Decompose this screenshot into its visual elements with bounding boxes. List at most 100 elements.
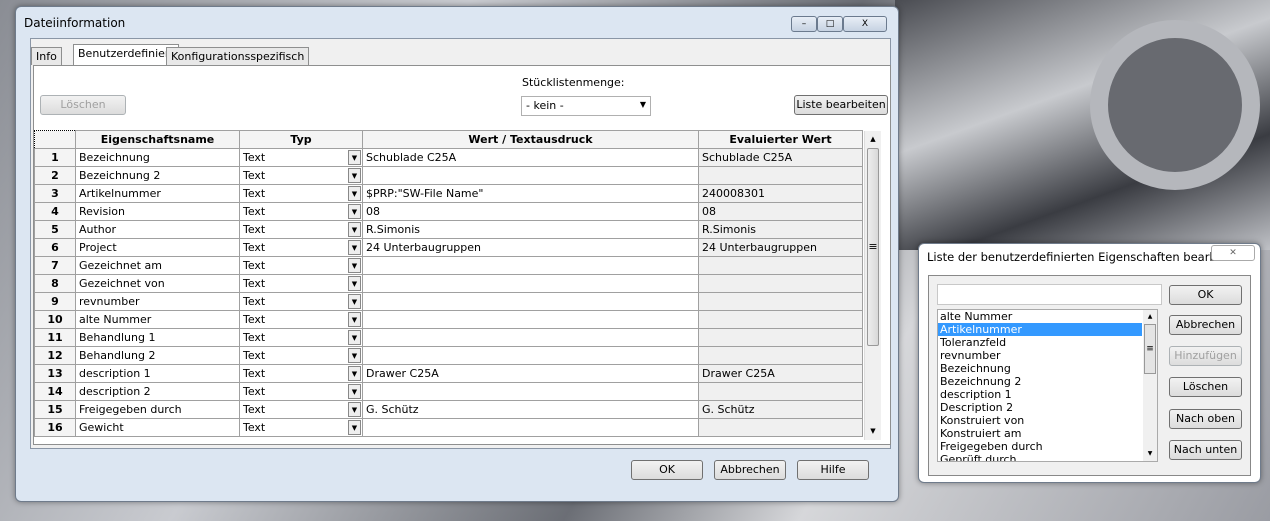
ok-button[interactable]: OK bbox=[1169, 285, 1242, 305]
row-number[interactable]: 9 bbox=[34, 292, 76, 311]
row-number[interactable]: 7 bbox=[34, 256, 76, 275]
row-number[interactable]: 6 bbox=[34, 238, 76, 257]
chevron-down-icon[interactable]: ▼ bbox=[348, 420, 361, 435]
value-cell[interactable]: 08 bbox=[362, 202, 699, 221]
chevron-down-icon[interactable]: ▼ bbox=[348, 150, 361, 165]
value-cell[interactable] bbox=[362, 418, 699, 437]
list-item[interactable]: revnumber bbox=[938, 349, 1157, 362]
table-row[interactable]: 13 description 1 Text ▼ Drawer C25A Drawe… bbox=[34, 364, 863, 383]
bom-qty-select[interactable]: - kein - ▼ bbox=[521, 96, 651, 116]
scroll-down-icon[interactable]: ▼ bbox=[1143, 447, 1157, 461]
property-name-cell[interactable]: Gewicht bbox=[75, 418, 240, 437]
type-cell[interactable]: Text ▼ bbox=[239, 292, 363, 311]
scroll-thumb[interactable]: ≡ bbox=[1144, 324, 1156, 374]
chevron-down-icon[interactable]: ▼ bbox=[348, 168, 361, 183]
close-button[interactable]: X bbox=[843, 16, 887, 32]
list-item[interactable]: Artikelnummer bbox=[938, 323, 1142, 336]
property-name-cell[interactable]: Bezeichnung 2 bbox=[75, 166, 240, 185]
table-row[interactable]: 10 alte Nummer Text ▼ bbox=[34, 310, 863, 329]
type-cell[interactable]: Text ▼ bbox=[239, 328, 363, 347]
table-row[interactable]: 9 revnumber Text ▼ bbox=[34, 292, 863, 311]
tab-konfigurationsspezifisch[interactable]: Konfigurationsspezifisch bbox=[166, 47, 310, 65]
add-button[interactable]: Hinzufügen bbox=[1169, 346, 1242, 366]
row-number[interactable]: 3 bbox=[34, 184, 76, 203]
tab-benutzerdefiniert[interactable]: Benutzerdefiniert bbox=[73, 44, 179, 66]
chevron-down-icon[interactable]: ▼ bbox=[348, 366, 361, 381]
type-cell[interactable]: Text ▼ bbox=[239, 148, 363, 167]
cancel-button[interactable]: Abbrechen bbox=[714, 460, 786, 480]
table-scrollbar[interactable]: ▲ ≡ ▼ bbox=[864, 131, 881, 440]
scroll-up-icon[interactable]: ▲ bbox=[1143, 310, 1157, 324]
property-name-cell[interactable]: Behandlung 1 bbox=[75, 328, 240, 347]
type-cell[interactable]: Text ▼ bbox=[239, 238, 363, 257]
type-cell[interactable]: Text ▼ bbox=[239, 220, 363, 239]
move-up-button[interactable]: Nach oben bbox=[1169, 409, 1242, 429]
type-cell[interactable]: Text ▼ bbox=[239, 364, 363, 383]
row-number[interactable]: 16 bbox=[34, 418, 76, 437]
table-row[interactable]: 6 Project Text ▼ 24 Unterbaugruppen 24 Un… bbox=[34, 238, 863, 257]
row-number[interactable]: 11 bbox=[34, 328, 76, 347]
value-cell[interactable]: R.Simonis bbox=[362, 220, 699, 239]
delete-button[interactable]: Löschen bbox=[40, 95, 126, 115]
table-row[interactable]: 5 Author Text ▼ R.Simonis R.Simonis bbox=[34, 220, 863, 239]
property-name-cell[interactable]: Author bbox=[75, 220, 240, 239]
chevron-down-icon[interactable]: ▼ bbox=[348, 276, 361, 291]
value-cell[interactable] bbox=[362, 310, 699, 329]
row-number[interactable]: 8 bbox=[34, 274, 76, 293]
chevron-down-icon[interactable]: ▼ bbox=[348, 384, 361, 399]
scroll-down-icon[interactable]: ▼ bbox=[865, 423, 881, 440]
property-name-cell[interactable]: revnumber bbox=[75, 292, 240, 311]
value-cell[interactable] bbox=[362, 346, 699, 365]
row-number[interactable]: 15 bbox=[34, 400, 76, 419]
value-cell[interactable] bbox=[362, 274, 699, 293]
list-item[interactable]: description 1 bbox=[938, 388, 1157, 401]
ok-button[interactable]: OK bbox=[631, 460, 703, 480]
tab-info[interactable]: Info bbox=[31, 47, 62, 65]
value-cell[interactable] bbox=[362, 382, 699, 401]
table-row[interactable]: 7 Gezeichnet am Text ▼ bbox=[34, 256, 863, 275]
chevron-down-icon[interactable]: ▼ bbox=[348, 348, 361, 363]
move-down-button[interactable]: Nach unten bbox=[1169, 440, 1242, 460]
property-name-cell[interactable]: Gezeichnet am bbox=[75, 256, 240, 275]
value-cell[interactable] bbox=[362, 256, 699, 275]
list-item[interactable]: Description 2 bbox=[938, 401, 1157, 414]
chevron-down-icon[interactable]: ▼ bbox=[348, 222, 361, 237]
property-name-cell[interactable]: Gezeichnet von bbox=[75, 274, 240, 293]
chevron-down-icon[interactable]: ▼ bbox=[348, 240, 361, 255]
property-name-cell[interactable]: alte Nummer bbox=[75, 310, 240, 329]
property-name-input[interactable] bbox=[937, 284, 1162, 305]
table-row[interactable]: 4 Revision Text ▼ 08 08 bbox=[34, 202, 863, 221]
scroll-thumb[interactable]: ≡ bbox=[867, 148, 879, 346]
row-number[interactable]: 10 bbox=[34, 310, 76, 329]
property-name-cell[interactable]: Bezeichnung bbox=[75, 148, 240, 167]
value-cell[interactable] bbox=[362, 328, 699, 347]
table-row[interactable]: 14 description 2 Text ▼ bbox=[34, 382, 863, 401]
chevron-down-icon[interactable]: ▼ bbox=[348, 402, 361, 417]
type-cell[interactable]: Text ▼ bbox=[239, 184, 363, 203]
table-row[interactable]: 11 Behandlung 1 Text ▼ bbox=[34, 328, 863, 347]
value-cell[interactable]: 24 Unterbaugruppen bbox=[362, 238, 699, 257]
row-number[interactable]: 2 bbox=[34, 166, 76, 185]
edit-list-button[interactable]: Liste bearbeiten bbox=[794, 95, 888, 115]
help-button[interactable]: Hilfe bbox=[797, 460, 869, 480]
list-item[interactable]: Toleranzfeld bbox=[938, 336, 1157, 349]
chevron-down-icon[interactable]: ▼ bbox=[348, 204, 361, 219]
table-row[interactable]: 16 Gewicht Text ▼ bbox=[34, 418, 863, 437]
row-number[interactable]: 1 bbox=[34, 148, 76, 167]
cancel-button[interactable]: Abbrechen bbox=[1169, 315, 1242, 335]
value-cell[interactable] bbox=[362, 292, 699, 311]
type-cell[interactable]: Text ▼ bbox=[239, 418, 363, 437]
property-name-cell[interactable]: Revision bbox=[75, 202, 240, 221]
corner-cell[interactable] bbox=[34, 130, 76, 149]
list-item[interactable]: Konstruiert am bbox=[938, 427, 1157, 440]
type-cell[interactable]: Text ▼ bbox=[239, 382, 363, 401]
close-button[interactable]: ✕ bbox=[1211, 245, 1255, 261]
type-cell[interactable]: Text ▼ bbox=[239, 202, 363, 221]
row-number[interactable]: 13 bbox=[34, 364, 76, 383]
minimize-button[interactable]: – bbox=[791, 16, 817, 32]
type-cell[interactable]: Text ▼ bbox=[239, 256, 363, 275]
type-cell[interactable]: Text ▼ bbox=[239, 166, 363, 185]
row-number[interactable]: 5 bbox=[34, 220, 76, 239]
chevron-down-icon[interactable]: ▼ bbox=[348, 294, 361, 309]
property-name-cell[interactable]: description 2 bbox=[75, 382, 240, 401]
